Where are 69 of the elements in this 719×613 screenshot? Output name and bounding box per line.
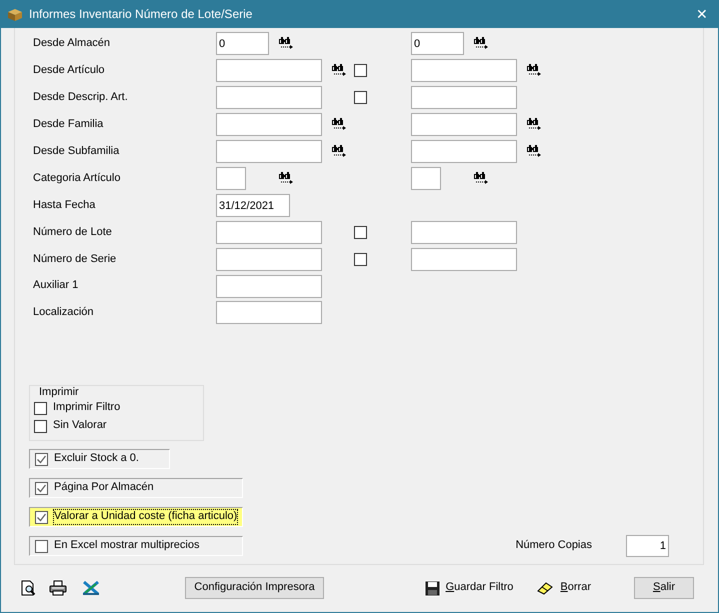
copies-label: Número Copias xyxy=(516,539,592,553)
input-field[interactable] xyxy=(216,221,322,244)
field-label: Auxiliar 1 xyxy=(33,279,78,293)
field-label: Hasta Fecha xyxy=(33,198,96,212)
input-field[interactable] xyxy=(411,221,517,244)
input-field[interactable] xyxy=(216,301,322,324)
spreadsheet-icon[interactable] xyxy=(82,580,100,596)
search-icon[interactable] xyxy=(527,118,542,131)
checkbox-label: Excluir Stock a 0. xyxy=(54,452,139,466)
input-field[interactable] xyxy=(411,59,517,82)
input-field[interactable] xyxy=(216,248,322,271)
input-field[interactable] xyxy=(216,86,322,109)
input-field[interactable] xyxy=(411,86,517,109)
input-field[interactable]: 0 xyxy=(411,32,464,55)
window-title: Informes Inventario Número de Lote/Serie xyxy=(29,7,252,22)
field-label: Desde Almacén xyxy=(33,36,110,50)
checkbox-label: Imprimir Filtro xyxy=(53,401,120,415)
input-field[interactable] xyxy=(411,140,517,163)
preview-icon[interactable] xyxy=(20,580,36,596)
field-label: Desde Artículo xyxy=(33,64,105,78)
input-field[interactable] xyxy=(216,167,246,190)
checkbox[interactable] xyxy=(35,482,48,494)
search-icon[interactable] xyxy=(332,145,347,158)
field-label: Desde Familia xyxy=(33,118,104,132)
checkbox[interactable] xyxy=(35,510,48,524)
checkbox[interactable] xyxy=(34,420,47,432)
input-field[interactable] xyxy=(411,167,441,190)
field-label: Número de Lote xyxy=(33,226,112,240)
checkbox[interactable] xyxy=(354,226,367,239)
checkbox[interactable] xyxy=(354,64,367,77)
search-icon[interactable] xyxy=(332,64,347,77)
save-filter-button[interactable]: Guardar Filtro xyxy=(424,580,514,596)
checkbox-label: En Excel mostrar multiprecios xyxy=(54,539,200,553)
input-field[interactable] xyxy=(411,248,517,271)
input-field[interactable] xyxy=(411,113,517,136)
checkbox-label: Página Por Almacén xyxy=(54,481,154,495)
checkbox-label: Sin Valorar xyxy=(53,419,107,433)
search-icon[interactable] xyxy=(279,37,294,50)
checkbox[interactable] xyxy=(35,540,48,552)
field-label: Localización xyxy=(33,306,94,320)
checkbox[interactable] xyxy=(354,253,367,266)
input-field[interactable]: 31/12/2021 xyxy=(216,194,290,217)
checkbox[interactable] xyxy=(34,402,47,414)
search-icon[interactable] xyxy=(332,118,347,131)
exit-button[interactable]: Salir xyxy=(634,577,694,599)
checkbox-label: Valorar a Unidad coste (ficha articulo) xyxy=(54,510,238,524)
copies-field[interactable]: 1 xyxy=(626,535,669,557)
search-icon[interactable] xyxy=(279,172,294,185)
checkbox[interactable] xyxy=(35,452,48,466)
printer-icon[interactable] xyxy=(49,580,67,596)
search-icon[interactable] xyxy=(474,172,489,185)
input-field[interactable]: 0 xyxy=(216,32,269,55)
input-field[interactable] xyxy=(216,140,322,163)
eraser-icon xyxy=(537,581,554,595)
printer-setup-button[interactable]: Configuración Impresora xyxy=(185,577,324,599)
field-label: Desde Subfamilia xyxy=(33,144,120,158)
search-icon[interactable] xyxy=(474,37,489,50)
input-field[interactable] xyxy=(216,274,322,298)
clear-button[interactable]: Borrar xyxy=(537,581,591,595)
input-field[interactable] xyxy=(216,113,322,136)
field-label: Desde Descrip. Art. xyxy=(33,90,128,104)
input-field[interactable] xyxy=(216,59,322,82)
field-label: Número de Serie xyxy=(33,252,116,266)
checkbox[interactable] xyxy=(354,91,367,104)
close-button[interactable]: ✕ xyxy=(692,6,712,23)
box-icon xyxy=(7,8,23,22)
field-label: Categoria Artículo xyxy=(33,172,120,186)
search-icon[interactable] xyxy=(527,64,542,77)
search-icon[interactable] xyxy=(527,145,542,158)
